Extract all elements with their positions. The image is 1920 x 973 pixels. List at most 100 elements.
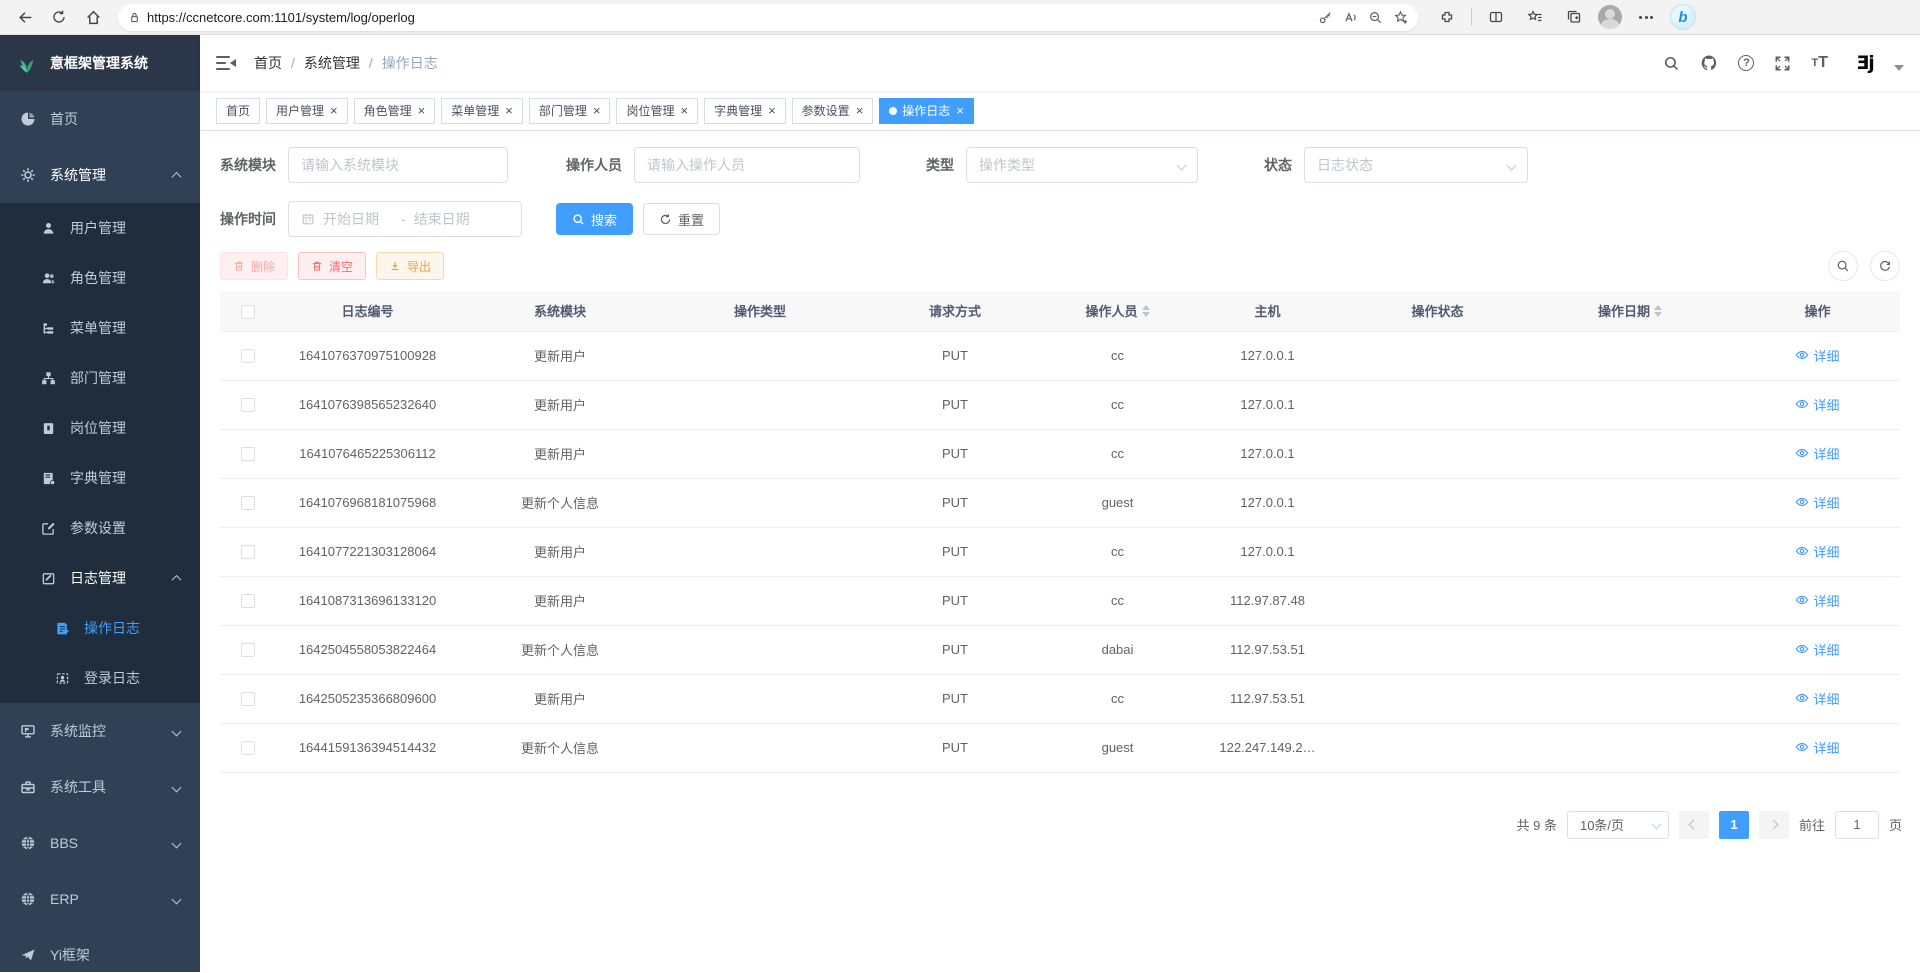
breadcrumb-home[interactable]: 首页: [254, 53, 282, 73]
tab-menu[interactable]: 菜单管理×: [441, 98, 523, 124]
more-menu-icon[interactable]: [1631, 3, 1661, 31]
back-icon[interactable]: [10, 3, 40, 31]
page-size-select[interactable]: 10条/页: [1567, 811, 1669, 839]
operator-input[interactable]: [647, 157, 847, 173]
tab-home[interactable]: 首页: [216, 98, 260, 124]
sidebar-item-yi[interactable]: Yi框架: [0, 927, 200, 972]
sidebar-item-erp[interactable]: ERP: [0, 871, 200, 927]
sidebar-item-tools[interactable]: 系统工具: [0, 759, 200, 815]
detail-link[interactable]: 详细: [1795, 542, 1839, 561]
sidebar-item-user[interactable]: 用户管理: [0, 203, 200, 253]
row-checkbox[interactable]: [241, 496, 255, 510]
detail-link[interactable]: 详细: [1795, 640, 1839, 659]
sidebar-item-param[interactable]: 参数设置: [0, 503, 200, 553]
favorite-add-icon[interactable]: [1393, 10, 1408, 25]
prev-page-button[interactable]: [1679, 811, 1709, 839]
breadcrumb-system[interactable]: 系统管理: [304, 53, 360, 73]
export-button[interactable]: 导出: [376, 252, 444, 280]
tab-user[interactable]: 用户管理×: [266, 98, 348, 124]
read-aloud-icon[interactable]: [1343, 10, 1358, 25]
sidebar-item-log[interactable]: 日志管理: [0, 553, 200, 603]
search-icon[interactable]: [1663, 55, 1680, 72]
tab-dict[interactable]: 字典管理×: [704, 98, 786, 124]
sidebar-item-operlog[interactable]: 操作日志: [0, 603, 200, 653]
col-operator[interactable]: 操作人员: [1050, 291, 1185, 331]
sidebar-item-menu[interactable]: 菜单管理: [0, 303, 200, 353]
home-icon[interactable]: [78, 3, 108, 31]
tab-operlog-active[interactable]: 操作日志×: [879, 98, 974, 124]
detail-link[interactable]: 详细: [1795, 493, 1839, 512]
row-checkbox[interactable]: [241, 741, 255, 755]
search-button[interactable]: 搜索: [556, 203, 633, 235]
date-end-input[interactable]: [414, 211, 484, 227]
sidebar-item-monitor[interactable]: 系统监控: [0, 703, 200, 759]
close-icon[interactable]: ×: [768, 104, 776, 117]
close-icon[interactable]: ×: [505, 104, 513, 117]
sidebar-item-dept[interactable]: 部门管理: [0, 353, 200, 403]
row-checkbox[interactable]: [241, 545, 255, 559]
sidebar-item-post[interactable]: 岗位管理: [0, 403, 200, 453]
user-avatar-logo[interactable]: Ǝj: [1848, 46, 1882, 80]
col-date[interactable]: 操作日期: [1525, 291, 1735, 331]
detail-link[interactable]: 详细: [1795, 591, 1839, 610]
close-icon[interactable]: ×: [956, 104, 964, 117]
row-checkbox[interactable]: [241, 447, 255, 461]
clear-button[interactable]: 清空: [298, 252, 366, 280]
font-size-icon[interactable]: TT: [1811, 54, 1828, 72]
sidebar-item-loginlog[interactable]: 登录日志: [0, 653, 200, 703]
detail-link[interactable]: 详细: [1795, 395, 1839, 414]
delete-button[interactable]: 删除: [220, 252, 288, 280]
page-1-button[interactable]: 1: [1719, 811, 1749, 839]
tab-param[interactable]: 参数设置×: [792, 98, 874, 124]
sidebar-item-home[interactable]: 首页: [0, 91, 200, 147]
split-screen-icon[interactable]: [1481, 3, 1511, 31]
close-icon[interactable]: ×: [680, 104, 688, 117]
date-start-input[interactable]: [323, 211, 393, 227]
detail-link[interactable]: 详细: [1795, 346, 1839, 365]
reset-button[interactable]: 重置: [643, 203, 720, 235]
close-icon[interactable]: ×: [330, 104, 338, 117]
detail-link[interactable]: 详细: [1795, 444, 1839, 463]
favorites-bar-icon[interactable]: [1520, 3, 1550, 31]
collections-icon[interactable]: [1559, 3, 1589, 31]
sidebar-item-bbs[interactable]: BBS: [0, 815, 200, 871]
refresh-icon[interactable]: [44, 3, 74, 31]
row-checkbox[interactable]: [241, 349, 255, 363]
module-input[interactable]: [301, 157, 495, 173]
avatar-dropdown-caret[interactable]: [1894, 65, 1904, 71]
password-key-icon[interactable]: [1318, 10, 1333, 25]
detail-link[interactable]: 详细: [1795, 689, 1839, 708]
table-refresh-button[interactable]: [1870, 251, 1900, 281]
extensions-icon[interactable]: [1432, 3, 1462, 31]
select-all-checkbox[interactable]: [241, 305, 255, 319]
row-checkbox[interactable]: [241, 398, 255, 412]
sidebar-item-role[interactable]: 角色管理: [0, 253, 200, 303]
tab-role[interactable]: 角色管理×: [354, 98, 436, 124]
address-bar[interactable]: https://ccnetcore.com:1101/system/log/op…: [118, 4, 1418, 31]
close-icon[interactable]: ×: [418, 104, 426, 117]
help-icon[interactable]: ?: [1738, 55, 1754, 71]
copilot-bing-icon[interactable]: b: [1670, 4, 1696, 30]
close-icon[interactable]: ×: [593, 104, 601, 117]
zoom-out-icon[interactable]: [1368, 10, 1383, 25]
profile-avatar[interactable]: [1598, 5, 1622, 29]
sidebar-item-system[interactable]: 系统管理: [0, 147, 200, 203]
fullscreen-icon[interactable]: [1774, 55, 1791, 72]
sidebar-collapse-icon[interactable]: [216, 55, 236, 71]
goto-page-input[interactable]: [1835, 811, 1879, 839]
detail-link[interactable]: 详细: [1795, 738, 1839, 757]
close-icon[interactable]: ×: [856, 104, 864, 117]
next-page-button[interactable]: [1759, 811, 1789, 839]
date-range-input[interactable]: -: [288, 201, 522, 237]
row-checkbox[interactable]: [241, 643, 255, 657]
tab-dept[interactable]: 部门管理×: [529, 98, 611, 124]
tab-post[interactable]: 岗位管理×: [616, 98, 698, 124]
row-checkbox[interactable]: [241, 692, 255, 706]
github-icon[interactable]: [1700, 54, 1718, 72]
sidebar-item-dict[interactable]: 字典管理: [0, 453, 200, 503]
row-checkbox[interactable]: [241, 594, 255, 608]
table-search-toggle-button[interactable]: [1828, 251, 1858, 281]
status-select[interactable]: 日志状态: [1304, 147, 1528, 183]
type-select[interactable]: 操作类型: [966, 147, 1198, 183]
url-text[interactable]: https://ccnetcore.com:1101/system/log/op…: [147, 10, 1318, 25]
